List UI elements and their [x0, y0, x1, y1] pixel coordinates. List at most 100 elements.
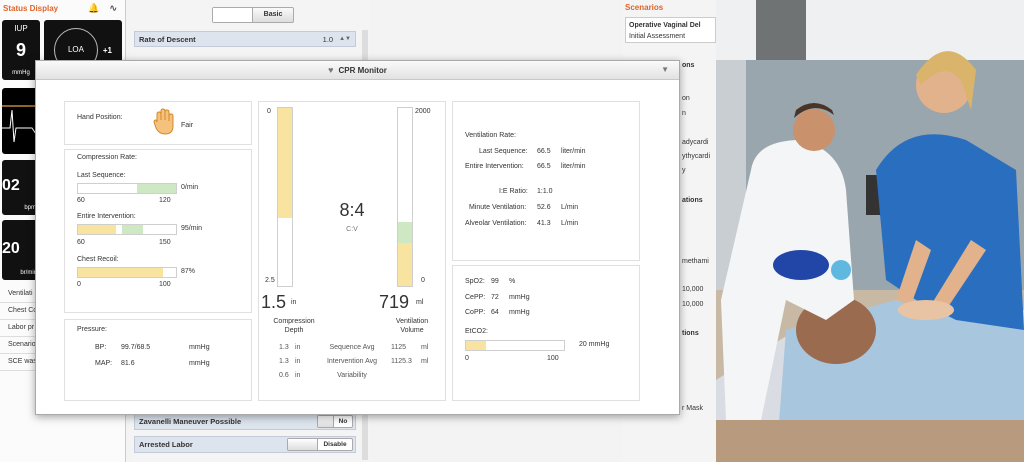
copp-value: 64: [491, 309, 499, 316]
avg-left-value: 1.3: [279, 358, 289, 365]
volume-label-1: Ventilation: [395, 318, 429, 325]
vent-last-unit: liter/min: [561, 148, 586, 155]
scenario-step: Initial Assessment: [629, 33, 686, 40]
chevron-down-icon[interactable]: ▼: [661, 65, 669, 74]
perfusion-panel: SpO2: 99 % CePP: 72 mmHg CoPP: 64 mmHg E…: [452, 265, 640, 401]
iup-label: IUP: [14, 24, 28, 33]
target-zone: [398, 221, 412, 244]
scenario-name: Operative Vaginal Del: [629, 22, 701, 29]
ventilation-volume-bar: [397, 107, 413, 287]
cepp-value: 72: [491, 294, 499, 301]
map-label: MAP:: [95, 360, 113, 367]
loa-station: +1: [102, 46, 112, 55]
etco2-fill: [466, 341, 486, 350]
spo2-value: 99: [491, 278, 499, 285]
map-value: 81.6: [121, 360, 135, 367]
avg-left-value: 0.6: [279, 372, 289, 379]
cpr-training-photo-illustration: [716, 0, 1024, 462]
spo2-unit: %: [509, 278, 516, 285]
alveolar-ventilation-value: 41.3: [537, 220, 551, 227]
zavanelli-toggle-value: No: [338, 418, 348, 425]
avg-right-value: 1125: [391, 344, 407, 351]
scenario-fragment: ations: [682, 197, 703, 204]
hand-position-panel: Hand Position: Fair: [64, 101, 252, 145]
volume-label-2: Volume: [400, 327, 424, 334]
scale-max: 100: [547, 355, 559, 362]
bell-icon[interactable]: 🔔: [88, 3, 99, 14]
volume-scale-top: 2000: [415, 108, 431, 115]
loa-label: LOA: [67, 45, 84, 54]
etco2-label: EtCO2:: [465, 328, 488, 335]
scale-min: 60: [77, 239, 85, 246]
cpr-monitor-dialog[interactable]: ♥ CPR Monitor ▼ Hand Position: Fair Comp…: [35, 60, 680, 415]
depth-label-2: Depth: [284, 327, 304, 334]
bp-label: BP:: [95, 344, 107, 351]
zavanelli-toggle[interactable]: No: [317, 415, 353, 428]
scenario-fragment: methami: [682, 258, 709, 265]
rate-of-descent-row: Rate of Descent 1.0 ▲▼: [134, 31, 356, 47]
basic-mode-toggle[interactable]: Basic: [212, 7, 294, 23]
scenario-card[interactable]: Operative Vaginal Del Initial Assessment: [625, 17, 716, 43]
scale-max: 150: [159, 239, 171, 246]
volume-scale-bottom: 0: [421, 277, 425, 284]
ratio-label: C:V: [346, 226, 358, 233]
copp-unit: mmHg: [509, 309, 530, 316]
zavanelli-label: Zavanelli Maneuver Possible: [139, 417, 242, 426]
cpr-monitor-titlebar[interactable]: ♥ CPR Monitor ▼: [36, 61, 679, 80]
rate-of-descent-value[interactable]: 1.0: [323, 35, 333, 44]
cpr-monitor-title: CPR Monitor: [338, 65, 387, 75]
scenario-fragment: ons: [682, 62, 695, 69]
avg-label: Sequence Avg: [329, 344, 375, 351]
compression-ventilation-ratio: 8:4: [339, 200, 365, 220]
waveform-icon[interactable]: ∿: [109, 3, 117, 14]
target-zone: [122, 225, 143, 234]
vent-last-label: Last Sequence:: [479, 148, 528, 155]
vent-last-value: 66.5: [537, 148, 551, 155]
scale-max: 100: [159, 281, 171, 288]
ventilation-rate-title: Ventilation Rate:: [465, 132, 516, 139]
minute-ventilation-value: 52.6: [537, 204, 551, 211]
depth-value: 1.5: [261, 292, 287, 312]
avg-left-unit: in: [295, 344, 301, 351]
ventilation-panel: Ventilation Rate: Last Sequence: 66.5 li…: [452, 101, 640, 261]
recoil-fill: [78, 268, 164, 277]
last-sequence-value: 0/min: [181, 184, 199, 191]
avg-left-unit: in: [295, 358, 301, 365]
depth-scale-bottom: 2.5: [265, 277, 275, 284]
bp-unit: mmHg: [189, 344, 210, 351]
arrested-labor-row: Arrested Labor Disable: [134, 436, 356, 453]
avg-label: Variability: [337, 372, 367, 379]
basic-mode-label: Basic: [263, 11, 283, 18]
alveolar-ventilation-label: Alveolar Ventilation:: [465, 220, 527, 227]
chest-recoil-label: Chest Recoil:: [77, 256, 119, 263]
averages-table: 1.3 in Sequence Avg 1125 ml 1.3 in Inter…: [279, 344, 439, 386]
scenarios-title: Scenarios: [625, 3, 664, 12]
alveolar-ventilation-unit: L/min: [561, 220, 579, 227]
compression-depth-bar: [277, 107, 293, 287]
averages-row: 1.3 in Sequence Avg 1125 ml: [279, 344, 439, 358]
status-display-header: Status Display 🔔 ∿: [0, 0, 125, 16]
arrested-labor-toggle-value: Disable: [323, 441, 347, 448]
rate-fill: [78, 225, 117, 234]
scale-max: 120: [159, 197, 171, 204]
averages-row: 0.6 in Variability: [279, 372, 439, 386]
arrested-labor-toggle[interactable]: Disable: [287, 438, 353, 451]
compression-rate-title: Compression Rate:: [77, 154, 137, 161]
entire-intervention-label: Entire Intervention:: [77, 213, 136, 220]
spinner-arrows-icon[interactable]: ▲▼: [339, 36, 351, 42]
scenario-fragment: on: [682, 95, 690, 102]
zavanelli-row: Zavanelli Maneuver Possible No: [134, 413, 356, 430]
etco2-value: 20 mmHg: [579, 341, 610, 348]
vent-entire-value: 66.5: [537, 163, 551, 170]
scenario-fragment: r Mask: [682, 405, 703, 412]
avg-left-value: 1.3: [279, 344, 289, 351]
volume-unit: ml: [416, 299, 424, 306]
hand-position-label: Hand Position:: [77, 114, 123, 121]
toggle-knob: [288, 439, 318, 450]
depth-unit: in: [291, 299, 297, 306]
rate-of-descent-label: Rate of Descent: [139, 34, 196, 44]
training-photo: [716, 0, 1024, 462]
hand-position-value: Fair: [181, 122, 194, 129]
etco2-bar: [465, 340, 565, 351]
volume-fill: [398, 243, 412, 286]
